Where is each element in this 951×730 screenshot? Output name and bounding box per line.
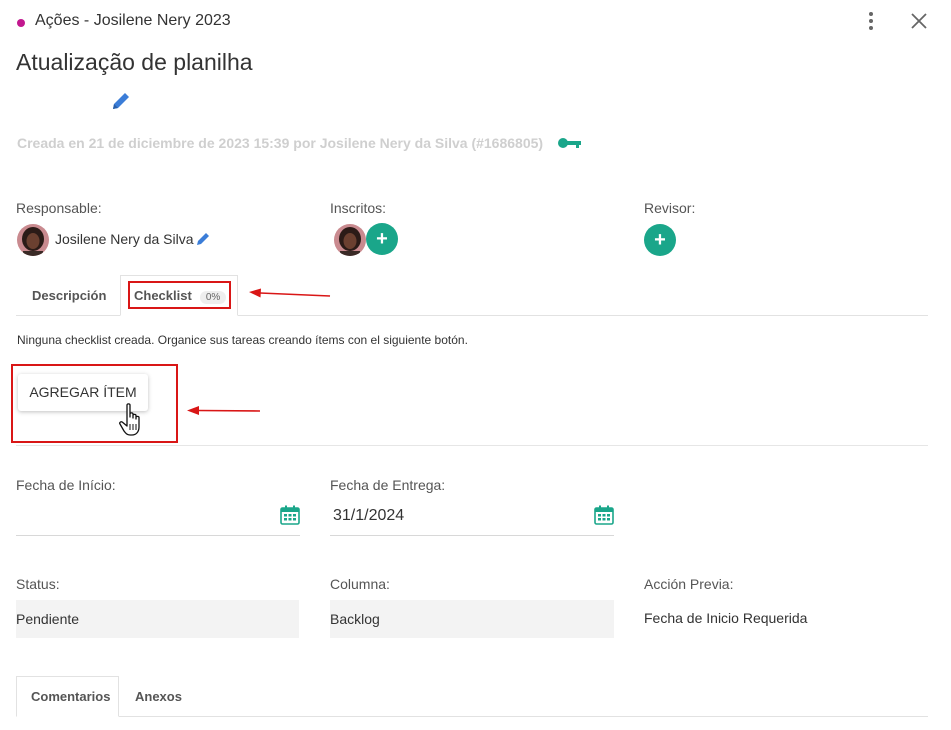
annotation-arrow-add-item <box>186 404 262 423</box>
checklist-empty-message: Ninguna checklist creada. Organice sus t… <box>17 333 468 347</box>
responsible-label: Responsable: <box>16 200 102 216</box>
edit-responsible-pencil-icon[interactable] <box>196 232 210 246</box>
tab-checklist[interactable]: Checklist 0% <box>134 288 227 304</box>
bottom-tabs-divider <box>16 716 928 717</box>
section-divider <box>16 445 928 446</box>
tab-description[interactable]: Descripción <box>32 288 106 303</box>
column-label: Columna: <box>330 576 390 592</box>
column-select[interactable]: Backlog <box>330 600 614 638</box>
more-vertical-icon[interactable] <box>862 10 880 32</box>
add-reviewer-button[interactable]: + <box>644 224 676 256</box>
task-title[interactable]: Atualização de planilha <box>16 49 253 76</box>
previous-action-value: Fecha de Inicio Requerida <box>644 610 808 626</box>
tab-comments[interactable]: Comentarios <box>31 689 110 704</box>
edit-title-pencil-icon[interactable] <box>110 90 132 112</box>
start-date-label: Fecha de Início: <box>16 477 116 493</box>
calendar-icon[interactable] <box>280 505 300 525</box>
due-date-value: 31/1/2024 <box>333 507 405 524</box>
due-date-label: Fecha de Entrega: <box>330 477 446 493</box>
project-name: Ações - Josilene Nery 2023 <box>35 12 231 29</box>
subscriber-avatar[interactable] <box>334 224 366 256</box>
responsible-avatar[interactable] <box>17 224 49 256</box>
close-icon[interactable] <box>908 10 930 32</box>
add-subscriber-button[interactable]: + <box>366 223 398 255</box>
previous-action-label: Acción Previa: <box>644 576 734 592</box>
tab-checklist-label: Checklist <box>134 288 192 303</box>
created-info: Creada en 21 de diciembre de 2023 15:39 … <box>17 135 544 151</box>
annotation-arrow-checklist <box>248 287 332 306</box>
project-color-dot <box>17 19 25 27</box>
key-icon[interactable] <box>558 136 582 150</box>
start-date-input[interactable] <box>16 499 300 536</box>
status-select[interactable]: Pendiente <box>16 600 299 638</box>
status-label: Status: <box>16 576 60 592</box>
tab-attachments[interactable]: Anexos <box>135 689 182 704</box>
subscribers-label: Inscritos: <box>330 200 387 216</box>
calendar-icon[interactable] <box>594 505 614 525</box>
due-date-input[interactable]: 31/1/2024 <box>330 499 614 536</box>
hand-cursor-icon <box>118 402 148 438</box>
checklist-percent-badge: 0% <box>199 291 227 304</box>
responsible-name: Josilene Nery da Silva <box>55 231 194 247</box>
reviewer-label: Revisor: <box>644 200 696 216</box>
